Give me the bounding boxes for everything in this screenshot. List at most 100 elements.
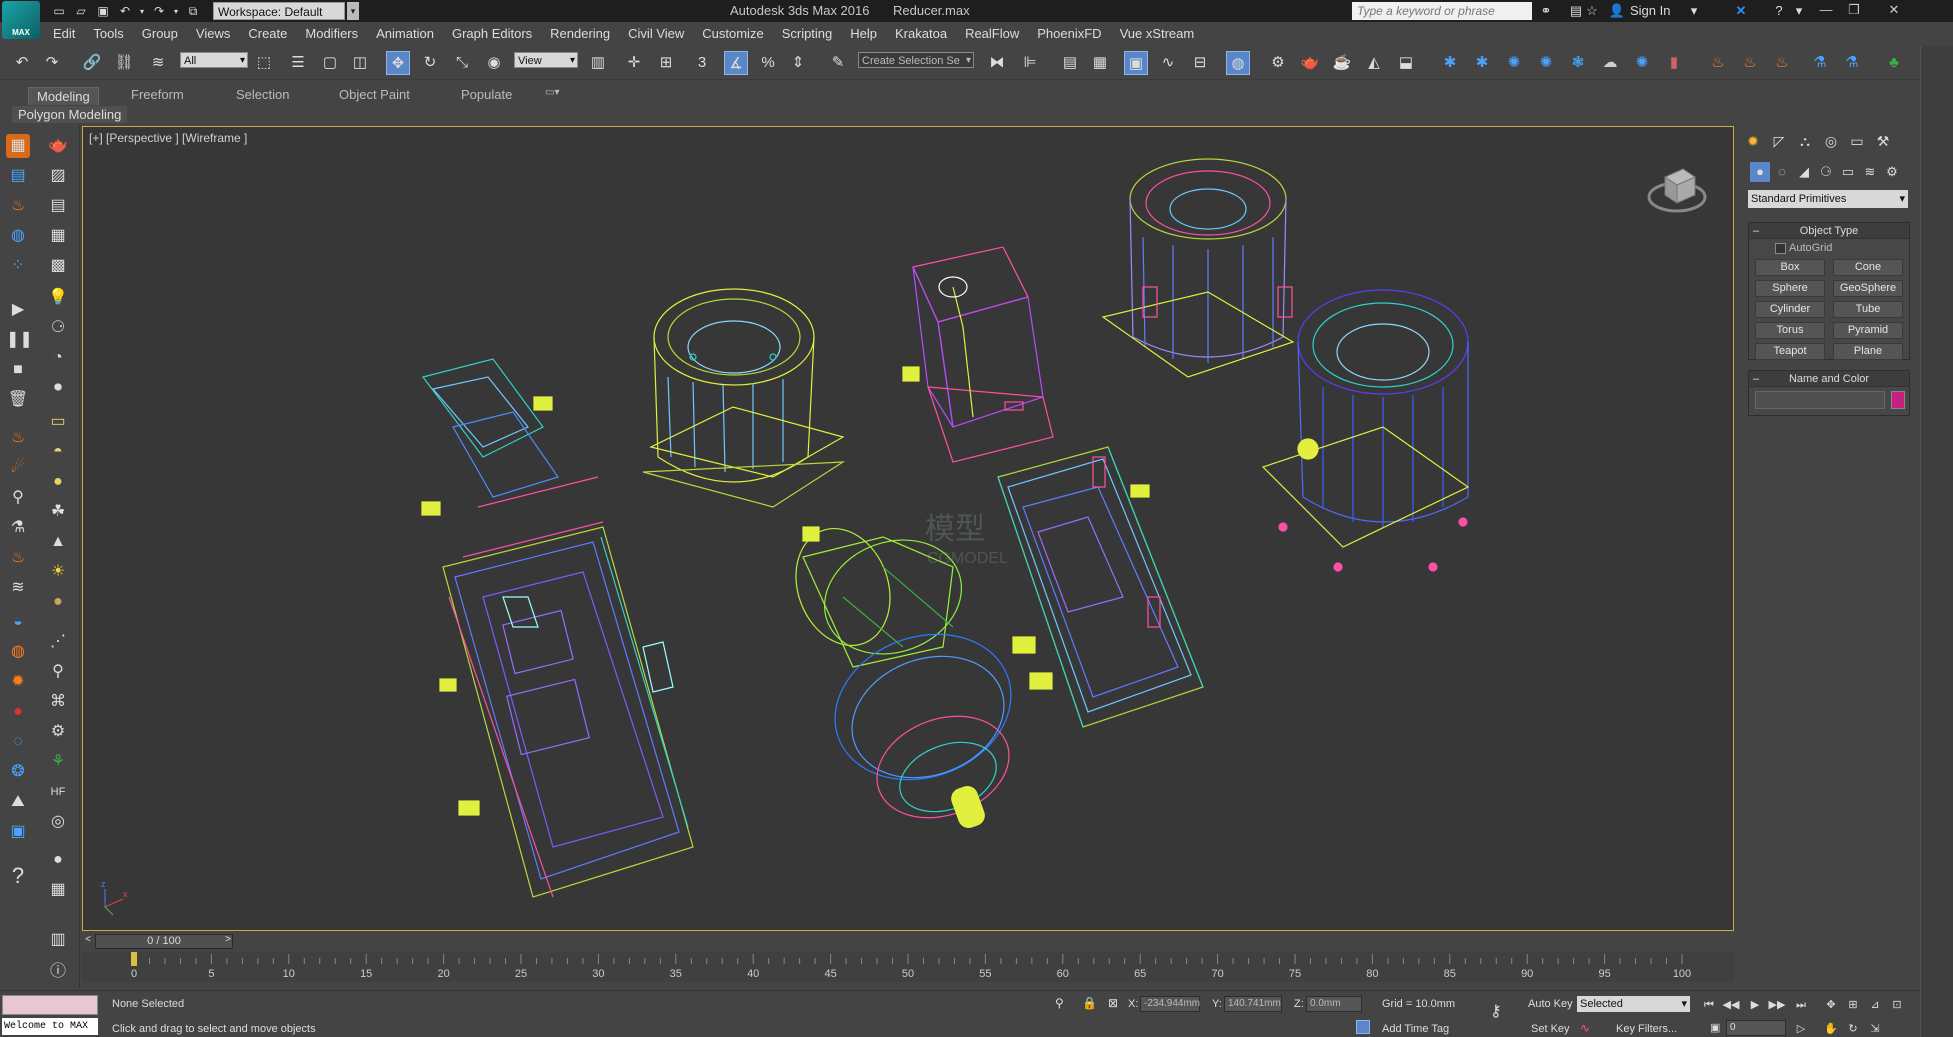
material-editor-icon[interactable]: ◍ (1226, 51, 1250, 75)
isolate-selection-icon[interactable]: ⚲ (1055, 996, 1064, 1010)
key-mode-toggle-icon[interactable]: ▣ (1710, 1021, 1720, 1034)
torus-button[interactable]: Torus (1755, 322, 1825, 339)
help-icon[interactable]: ? (6, 864, 30, 888)
spiral-icon[interactable]: ◎ (46, 810, 70, 834)
select-object-icon[interactable]: ⬚ (252, 51, 276, 75)
geosphere-button[interactable]: GeoSphere (1833, 280, 1903, 297)
open-file-icon[interactable]: ▱ (72, 2, 90, 20)
select-by-name-icon[interactable]: ☰ (286, 51, 310, 75)
particle-icon-1[interactable]: ✺ (1502, 51, 1526, 75)
cloud-icon[interactable]: ☁ (1598, 51, 1622, 75)
create-tab-icon[interactable]: ✹ (1742, 130, 1764, 152)
primitive-type-dropdown[interactable]: Standard Primitives (1748, 190, 1908, 208)
gear-motor-purple[interactable] (1101, 158, 1295, 378)
hierarchy-tab-icon[interactable]: ⛬ (1794, 130, 1816, 152)
go-to-end-icon[interactable]: ⏭ (1792, 996, 1810, 1014)
cone-button[interactable]: Cone (1833, 259, 1903, 276)
new-file-icon[interactable]: ▭ (50, 2, 68, 20)
z-coordinate-field[interactable]: 0.0mm (1306, 996, 1362, 1012)
tab-selection[interactable]: Selection (236, 87, 289, 102)
previous-frame-icon[interactable]: ◀◀ (1722, 996, 1740, 1014)
curve-icon[interactable]: ∿ (1580, 1021, 1590, 1035)
time-config-icon[interactable]: ▷ (1792, 1020, 1810, 1037)
time-tag-icon[interactable] (1356, 1020, 1370, 1034)
menu-help[interactable]: Help (841, 26, 886, 41)
percent-snap-icon[interactable]: % (756, 51, 780, 75)
fluid-icon-1[interactable]: ⚗ (1808, 51, 1832, 75)
ribbon-panel-polygon-modeling[interactable]: Polygon Modeling (12, 106, 128, 123)
explosion-icon[interactable]: ✹ (6, 670, 30, 694)
set-key-button[interactable]: Set Key (1531, 1023, 1570, 1035)
redo-icon[interactable]: ↷ (40, 51, 64, 75)
space-warps-icon[interactable]: ≋ (1860, 162, 1880, 182)
maxscript-listener-input[interactable] (2, 995, 98, 1015)
wave-icon[interactable]: ≋ (6, 576, 30, 600)
grid-icon[interactable]: ▩ (46, 254, 70, 278)
favorites-star-icon[interactable]: ☆ (1583, 2, 1601, 20)
menu-tools[interactable]: Tools (84, 26, 132, 41)
add-time-tag[interactable]: Add Time Tag (1382, 1023, 1449, 1035)
name-and-color-header[interactable]: – Name and Color (1749, 371, 1909, 387)
menu-graph-editors[interactable]: Graph Editors (443, 26, 541, 41)
perspective-viewport[interactable]: [+] [Perspective ] [Wireframe ] 模型 CGMOD… (82, 126, 1734, 931)
lights-icon[interactable]: ◢ (1794, 162, 1814, 182)
render-setup-icon[interactable]: ⚙ (1266, 51, 1290, 75)
reference-coordinate-dropdown[interactable]: View (514, 52, 578, 69)
burn-icon[interactable]: ◍ (6, 640, 30, 664)
go-to-start-icon[interactable]: ⏮ (1700, 996, 1718, 1014)
spot-light-icon[interactable]: ▲ (46, 530, 70, 554)
script-icon[interactable]: ▥ (46, 928, 70, 952)
key-mode-dropdown[interactable]: Selected (1577, 996, 1690, 1012)
menu-create[interactable]: Create (239, 26, 296, 41)
liquid-icon[interactable]: ◒ (6, 610, 30, 634)
foam-icon[interactable]: ◌ (6, 730, 30, 754)
app-logo[interactable]: MAX (2, 1, 40, 39)
fluid-icon-2[interactable]: ⚗ (1840, 51, 1864, 75)
align-icon[interactable]: ⊫ (1018, 51, 1042, 75)
splash-icon[interactable]: ❂ (6, 760, 30, 784)
menu-krakatoa[interactable]: Krakatoa (886, 26, 956, 41)
edit-named-selection-icon[interactable]: ✎ (826, 51, 850, 75)
selection-lock-icon[interactable]: 🔒 (1082, 996, 1097, 1010)
schematic-view-icon[interactable]: ⊟ (1188, 51, 1212, 75)
y-coordinate-field[interactable]: 140.741mm (1224, 996, 1282, 1012)
display-tab-icon[interactable]: ▭ (1846, 130, 1868, 152)
user-icon[interactable]: 👤 (1608, 2, 1626, 20)
helpers-icon[interactable]: ▭ (1838, 162, 1858, 182)
plane-button[interactable]: Plane (1833, 343, 1903, 360)
fire-preset-icon[interactable]: ♨ (6, 546, 30, 570)
unlink-icon[interactable]: ⛓ (112, 51, 136, 75)
systems-icon[interactable]: ⚙ (1882, 162, 1902, 182)
table-icon[interactable]: ▦ (46, 878, 70, 902)
menu-realflow[interactable]: RealFlow (956, 26, 1028, 41)
workspace-dropdown[interactable]: Workspace: Default (213, 2, 345, 20)
tab-freeform[interactable]: Freeform (131, 87, 184, 102)
tree-icon[interactable]: ♣ (1882, 51, 1906, 75)
snaps-toggle-icon[interactable]: 3 (690, 51, 714, 75)
image-icon[interactable]: ▨ (46, 164, 70, 188)
maxscript-output[interactable]: Welcome to MAX (2, 1018, 98, 1035)
menu-rendering[interactable]: Rendering (541, 26, 619, 41)
render-iterative-icon[interactable]: ◭ (1362, 51, 1386, 75)
play-icon[interactable]: ▶ (1746, 996, 1764, 1014)
named-selection-set-dropdown[interactable]: Create Selection Se (858, 52, 974, 69)
sphere-light-icon[interactable]: ● (46, 470, 70, 494)
menu-phoenixfd[interactable]: PhoenixFD (1028, 26, 1110, 41)
stop-simulation-icon[interactable]: ■ (6, 358, 30, 382)
object-name-input[interactable] (1755, 391, 1885, 409)
orbit-icon[interactable]: ↻ (1844, 1020, 1862, 1037)
menu-modifiers[interactable]: Modifiers (296, 26, 367, 41)
menu-views[interactable]: Views (187, 26, 239, 41)
pause-simulation-icon[interactable]: ❚❚ (6, 328, 33, 352)
menu-vue-xstream[interactable]: Vue xStream (1111, 26, 1204, 41)
select-manipulate-icon[interactable]: ✛ (622, 51, 646, 75)
ribbon-options-icon[interactable]: ▭▾ (545, 87, 559, 98)
sign-in-link[interactable]: Sign In (1630, 3, 1670, 18)
binoculars-icon[interactable]: ⚭ (1537, 2, 1555, 20)
modify-tab-icon[interactable]: ◸ (1768, 130, 1790, 152)
layer-manager-icon[interactable]: ▤ (1058, 51, 1082, 75)
plane-light-icon[interactable]: ▭ (46, 410, 70, 434)
plant-icon[interactable]: ⚘ (46, 750, 70, 774)
play-simulation-icon[interactable]: ▶ (6, 298, 30, 322)
gear-motor-blue[interactable] (1261, 289, 1470, 572)
